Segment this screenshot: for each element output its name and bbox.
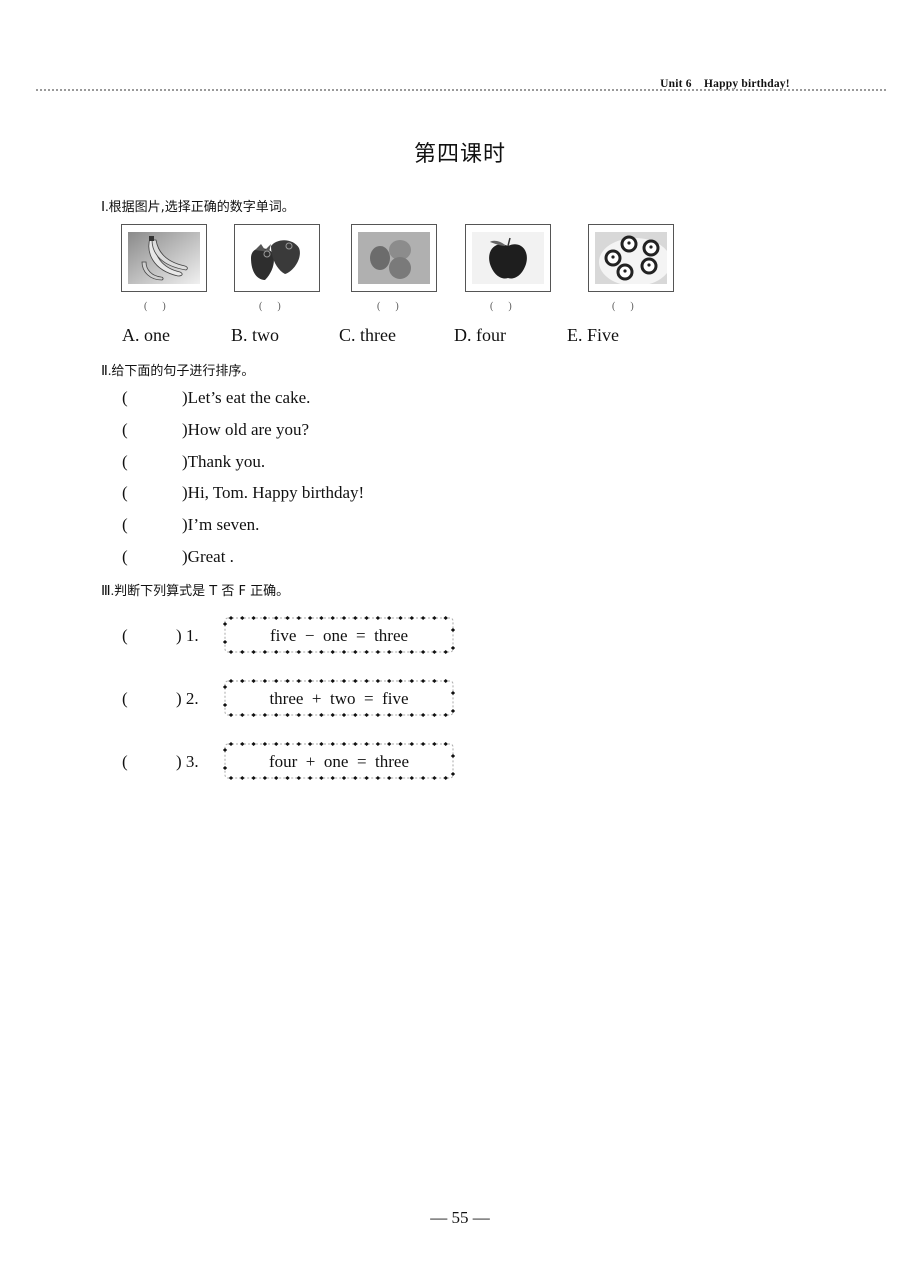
- lesson-title: 第四课时: [413, 142, 506, 167]
- item-label: ) 2.: [176, 689, 199, 708]
- option-c: C. three: [339, 325, 396, 345]
- picture-cakes: [588, 224, 674, 292]
- item-label: ) 3.: [176, 752, 199, 771]
- equation-text: three + two = five: [269, 689, 409, 708]
- equation-box: four + one = three: [223, 742, 455, 780]
- option-d: D. four: [454, 325, 506, 345]
- sentence-text: Hi, Tom. Happy birthday!: [187, 483, 365, 502]
- cake-icon: [595, 232, 667, 284]
- section-2-number: Ⅱ.: [101, 364, 112, 379]
- answer-blank-open[interactable]: (: [122, 483, 182, 503]
- order-item: ()How old are you?: [122, 420, 309, 440]
- picture-3-answer-blank[interactable]: ( ): [377, 301, 399, 312]
- sentence-text: I’m seven.: [187, 515, 260, 534]
- section-3-instruction: 判断下列算式是 T 否 F 正确。: [114, 584, 290, 599]
- picture-4-answer-blank[interactable]: ( ): [490, 301, 512, 312]
- order-item: ()Thank you.: [122, 452, 265, 472]
- equation-text: five − one = three: [269, 626, 409, 645]
- section-2-heading: Ⅱ.给下面的句子进行排序。: [101, 360, 254, 380]
- apple-icon: [472, 232, 544, 284]
- answer-blank-open[interactable]: (: [122, 626, 128, 646]
- section-1-number: Ⅰ.: [101, 200, 109, 215]
- picture-1-answer-blank[interactable]: ( ): [144, 301, 166, 312]
- sentence-text: Thank you.: [187, 452, 266, 471]
- section-2-instruction: 给下面的句子进行排序。: [111, 364, 255, 379]
- section-3-number: Ⅲ.: [101, 584, 115, 599]
- answer-blank-open[interactable]: (: [122, 388, 182, 408]
- option-a: A. one: [122, 325, 170, 345]
- running-header: Unit 6 Happy birthday!: [654, 66, 790, 90]
- sentence-text: Great .: [187, 547, 234, 566]
- picture-strawberries: [234, 224, 320, 292]
- picture-5-answer-blank[interactable]: ( ): [612, 301, 634, 312]
- order-item: ()Let’s eat the cake.: [122, 388, 310, 408]
- item-label: ) 1.: [176, 626, 199, 645]
- answer-blank-open[interactable]: (: [122, 547, 182, 567]
- answer-blank-open[interactable]: (: [122, 689, 128, 709]
- answer-blank-open[interactable]: (: [122, 420, 182, 440]
- page-number: — 55 —: [430, 1208, 490, 1227]
- section-3-heading: Ⅲ.判断下列算式是 T 否 F 正确。: [101, 580, 289, 600]
- sentence-text: How old are you?: [187, 420, 309, 439]
- picture-bananas: [121, 224, 207, 292]
- picture-apple: [465, 224, 551, 292]
- equation-box: three + two = five: [223, 679, 455, 717]
- header-divider: [36, 89, 886, 91]
- section-1-instruction: 根据图片,选择正确的数字单词。: [108, 200, 295, 215]
- order-item: ()Great .: [122, 547, 234, 567]
- answer-blank-open[interactable]: (: [122, 752, 128, 772]
- order-item: ()I’m seven.: [122, 515, 259, 535]
- egg-icon: [358, 232, 430, 284]
- order-item: ()Hi, Tom. Happy birthday!: [122, 483, 364, 503]
- option-e: E. Five: [567, 325, 619, 345]
- banana-icon: [128, 232, 200, 284]
- option-b: B. two: [231, 325, 280, 345]
- equation-text: four + one = three: [268, 752, 410, 771]
- picture-2-answer-blank[interactable]: ( ): [259, 301, 281, 312]
- picture-eggs: [351, 224, 437, 292]
- sentence-text: Let’s eat the cake.: [187, 388, 311, 407]
- answer-blank-open[interactable]: (: [122, 452, 182, 472]
- strawberry-icon: [251, 240, 300, 280]
- section-1-heading: Ⅰ.根据图片,选择正确的数字单词。: [101, 196, 295, 216]
- answer-blank-open[interactable]: (: [122, 515, 182, 535]
- equation-box: five − one = three: [223, 616, 455, 654]
